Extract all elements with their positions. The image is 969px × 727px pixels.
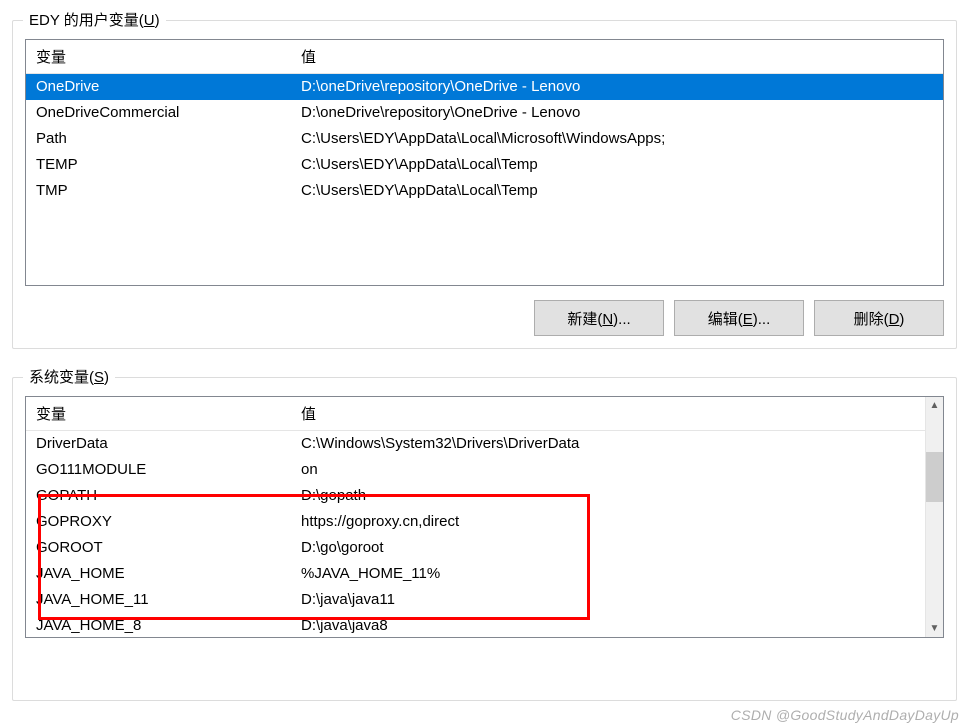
var-name: OneDrive: [26, 74, 291, 100]
var-name: GOPATH: [26, 483, 291, 509]
var-value: %JAVA_HOME_11%: [291, 561, 925, 587]
header-value[interactable]: 值: [291, 397, 925, 430]
table-row[interactable]: PathC:\Users\EDY\AppData\Local\Microsoft…: [26, 126, 943, 152]
var-value: D:\oneDrive\repository\OneDrive - Lenovo: [291, 100, 943, 126]
new-button[interactable]: 新建(N)...: [534, 300, 664, 336]
system-variables-group: 系统变量(S) 变量 值 DriverDataC:\Windows\System…: [12, 377, 957, 701]
table-row[interactable]: DriverDataC:\Windows\System32\Drivers\Dr…: [26, 431, 925, 457]
var-value: on: [291, 457, 925, 483]
var-name: OneDriveCommercial: [26, 100, 291, 126]
user-variables-group: EDY 的用户变量(U) 变量 值 OneDriveD:\oneDrive\re…: [12, 20, 957, 349]
table-row[interactable]: GOPROXYhttps://goproxy.cn,direct: [26, 509, 925, 535]
header-variable[interactable]: 变量: [26, 40, 291, 73]
user-buttons: 新建(N)... 编辑(E)... 删除(D): [25, 300, 944, 336]
watermark: CSDN @GoodStudyAndDayDayUp: [731, 707, 959, 723]
var-value: https://goproxy.cn,direct: [291, 509, 925, 535]
table-row[interactable]: OneDriveCommercialD:\oneDrive\repository…: [26, 100, 943, 126]
edit-button[interactable]: 编辑(E)...: [674, 300, 804, 336]
env-vars-dialog: EDY 的用户变量(U) 变量 值 OneDriveD:\oneDrive\re…: [0, 0, 969, 713]
table-row[interactable]: JAVA_HOME%JAVA_HOME_11%: [26, 561, 925, 587]
delete-button[interactable]: 删除(D): [814, 300, 944, 336]
var-value: C:\Users\EDY\AppData\Local\Microsoft\Win…: [291, 126, 943, 152]
var-value: C:\Users\EDY\AppData\Local\Temp: [291, 178, 943, 204]
user-variables-label: EDY 的用户变量(U): [23, 9, 166, 30]
scroll-thumb[interactable]: [926, 452, 943, 502]
list-header: 变量 值: [26, 397, 925, 431]
var-name: JAVA_HOME: [26, 561, 291, 587]
var-name: GOPROXY: [26, 509, 291, 535]
table-row[interactable]: GO111MODULEon: [26, 457, 925, 483]
table-row[interactable]: GOPATHD:\gopath: [26, 483, 925, 509]
var-value: C:\Users\EDY\AppData\Local\Temp: [291, 152, 943, 178]
var-name: GOROOT: [26, 535, 291, 561]
scrollbar[interactable]: ▲ ▼: [925, 397, 943, 637]
user-variables-list[interactable]: 变量 值 OneDriveD:\oneDrive\repository\OneD…: [25, 39, 944, 286]
system-variables-list[interactable]: 变量 值 DriverDataC:\Windows\System32\Drive…: [25, 396, 944, 638]
table-row[interactable]: GOROOTD:\go\goroot: [26, 535, 925, 561]
var-name: JAVA_HOME_11: [26, 587, 291, 613]
var-name: DriverData: [26, 431, 291, 457]
var-name: JAVA_HOME_8: [26, 613, 291, 637]
var-value: D:\java\java8: [291, 613, 925, 637]
table-row[interactable]: JAVA_HOME_8D:\java\java8: [26, 613, 925, 637]
table-row[interactable]: TEMPC:\Users\EDY\AppData\Local\Temp: [26, 152, 943, 178]
var-value: C:\Windows\System32\Drivers\DriverData: [291, 431, 925, 457]
scroll-up-icon[interactable]: ▲: [926, 397, 943, 414]
var-value: D:\go\goroot: [291, 535, 925, 561]
table-row[interactable]: OneDriveD:\oneDrive\repository\OneDrive …: [26, 74, 943, 100]
var-value: D:\java\java11: [291, 587, 925, 613]
var-name: TMP: [26, 178, 291, 204]
header-value[interactable]: 值: [291, 40, 943, 73]
var-name: TEMP: [26, 152, 291, 178]
var-name: GO111MODULE: [26, 457, 291, 483]
table-row[interactable]: JAVA_HOME_11D:\java\java11: [26, 587, 925, 613]
table-row[interactable]: TMPC:\Users\EDY\AppData\Local\Temp: [26, 178, 943, 204]
header-variable[interactable]: 变量: [26, 397, 291, 430]
list-header: 变量 值: [26, 40, 943, 74]
system-variables-label: 系统变量(S): [23, 366, 115, 387]
var-value: D:\gopath: [291, 483, 925, 509]
var-value: D:\oneDrive\repository\OneDrive - Lenovo: [291, 74, 943, 100]
var-name: Path: [26, 126, 291, 152]
scroll-track[interactable]: [926, 414, 943, 620]
scroll-down-icon[interactable]: ▼: [926, 620, 943, 637]
